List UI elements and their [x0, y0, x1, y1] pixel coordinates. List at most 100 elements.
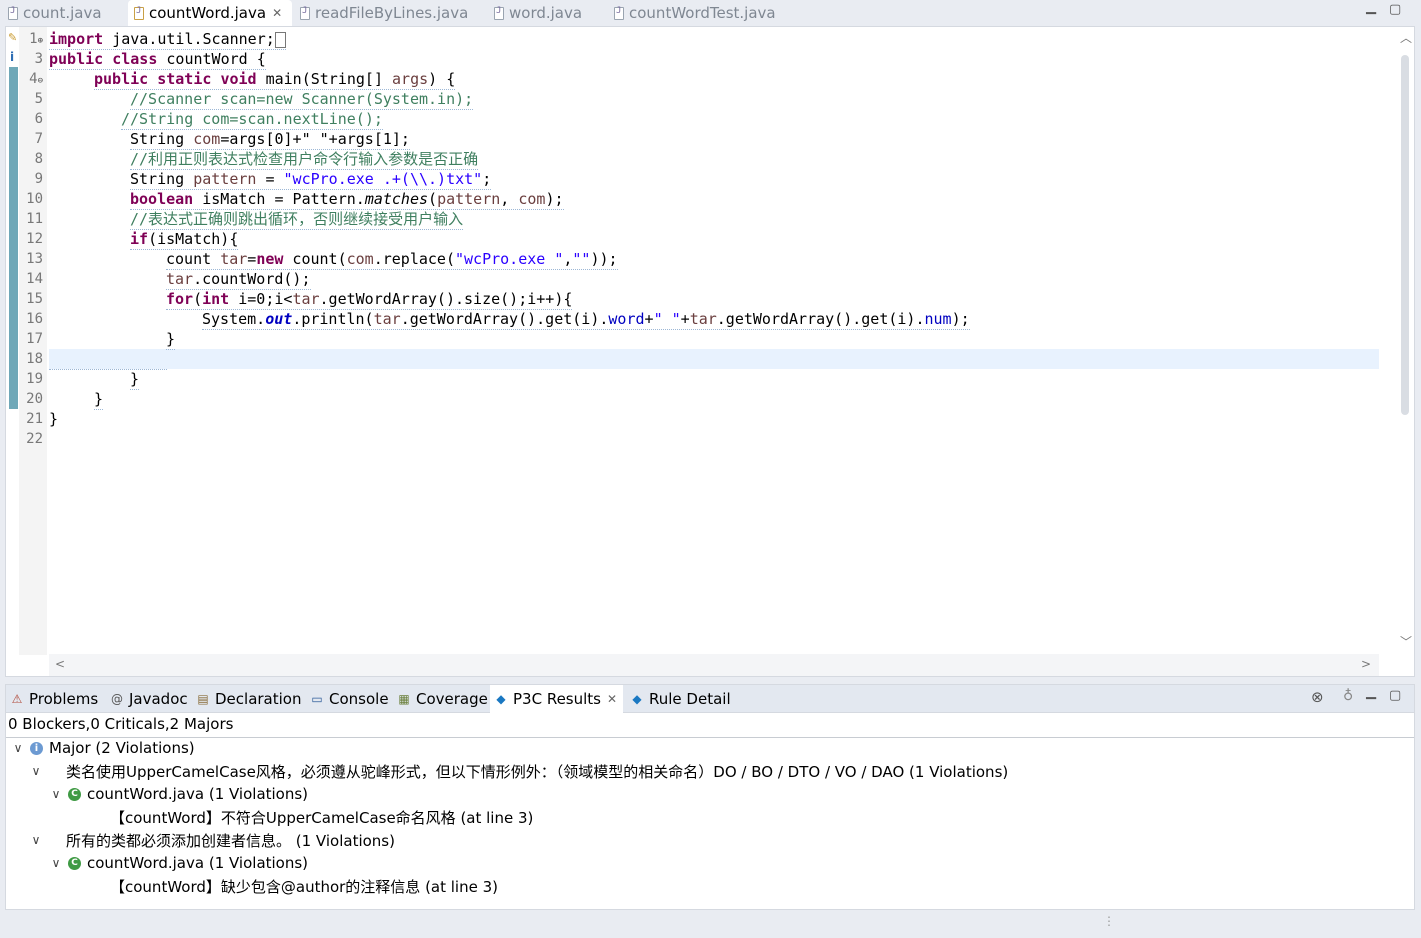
- tab-word-java[interactable]: word.java: [494, 0, 594, 26]
- code-line-18: [49, 349, 167, 370]
- problems-icon: ⚠: [11, 692, 23, 706]
- chevron-down-icon[interactable]: ∨: [48, 787, 64, 801]
- close-icon[interactable]: ✕: [607, 692, 617, 706]
- keyword: import: [49, 30, 104, 48]
- tab-count-java[interactable]: count.java: [8, 0, 118, 26]
- code-text: (isMatch){: [148, 230, 239, 248]
- tab-label: Coverage: [416, 690, 488, 708]
- chevron-down-icon[interactable]: ∨: [48, 856, 64, 870]
- rule-detail-icon: ◆: [632, 692, 642, 706]
- tab-problems[interactable]: ⚠ Problems: [10, 685, 99, 713]
- variable: tar: [220, 250, 248, 268]
- chevron-up-icon[interactable]: ︿: [1400, 29, 1412, 46]
- tab-javadoc[interactable]: @ Javadoc: [110, 685, 188, 713]
- tab-console[interactable]: ▭ Console: [310, 685, 389, 713]
- code-text: .println(: [292, 310, 374, 328]
- chevron-down-icon[interactable]: ∨: [10, 741, 26, 755]
- panel-tab-bar: ⚠ Problems @ Javadoc ▤ Declaration ▭ Console…: [5, 684, 1415, 713]
- line-number-text: 1: [29, 31, 38, 47]
- chevron-down-icon[interactable]: ∨: [28, 833, 44, 847]
- code-line-6: //String com=scan.nextLine();: [121, 110, 383, 130]
- vertical-scrollbar[interactable]: [1400, 713, 1412, 908]
- tab-label: Console: [329, 690, 389, 708]
- minimize-icon[interactable]: ▁: [1366, 0, 1376, 15]
- code-area[interactable]: import java.util.Scanner; public class c…: [49, 27, 1379, 655]
- chevron-down-icon[interactable]: ﹀: [1400, 633, 1412, 650]
- tab-p3c-results[interactable]: ◆ P3C Results ✕: [490, 685, 624, 713]
- line-number: 7: [34, 131, 43, 147]
- code-text: .getWordArray().get(i).: [400, 310, 609, 328]
- fold-icon[interactable]: ⊕: [38, 36, 43, 46]
- code-editor[interactable]: ✎ i 1⊕ 3 4⊖ 5 6 7 8 9 10 11 12 13 14 15 …: [5, 26, 1415, 677]
- code-line-3: public class countWord {: [49, 49, 266, 70]
- line-number: 18: [26, 351, 43, 367]
- change-marker-bar: [9, 67, 18, 409]
- tree-item-label: 类名使用UpperCamelCase风格，必须遵从驼峰形式，但以下情形例外：（领…: [66, 762, 1009, 781]
- line-number: 13: [26, 251, 43, 267]
- line-number: 10: [26, 191, 43, 207]
- tree-item-violation[interactable]: 【countWord】不符合UpperCamelCase命名风格 (at lin…: [110, 806, 533, 828]
- variable: com: [518, 190, 546, 208]
- code-text: );: [545, 190, 564, 208]
- static-field: out: [265, 310, 293, 328]
- tab-countword-java[interactable]: countWord.java ✕: [128, 0, 292, 26]
- minimize-icon[interactable]: ▁: [1366, 685, 1376, 700]
- keyword: class: [112, 50, 158, 68]
- tab-label: P3C Results: [513, 690, 601, 708]
- line-number: 12: [26, 231, 43, 247]
- code-text: count: [166, 250, 221, 268]
- tree-item-major[interactable]: ∨ i Major (2 Violations): [10, 737, 195, 759]
- horizontal-scrollbar[interactable]: < >: [49, 654, 1379, 676]
- line-number: 11: [26, 211, 43, 227]
- tree-item-rule-uppercamelcase[interactable]: ∨ 类名使用UpperCamelCase风格，必须遵从驼峰形式，但以下情形例外：…: [28, 760, 1009, 782]
- violation-summary: 0 Blockers,0 Criticals,2 Majors: [8, 715, 234, 733]
- code-text: i=0;i<: [229, 290, 293, 308]
- code-text: (: [193, 290, 203, 308]
- clear-icon[interactable]: ⊗: [1311, 688, 1324, 706]
- drag-handle-icon[interactable]: ⋮: [1103, 914, 1115, 928]
- tree-item-file[interactable]: ∨ C countWord.java (1 Violations): [48, 852, 308, 874]
- tab-label: readFileByLines.java: [315, 4, 469, 22]
- bulb-icon[interactable]: ♁: [1343, 688, 1353, 704]
- tree-item-rule-author[interactable]: ∨ 所有的类都必须添加创建者信息。 (1 Violations): [28, 829, 395, 851]
- folded-import-box[interactable]: [274, 31, 286, 48]
- string-literal: "wcPro.exe ": [455, 250, 564, 268]
- keyword: int: [202, 290, 230, 308]
- keyword: new: [256, 250, 284, 268]
- scrollbar-thumb[interactable]: [1401, 55, 1409, 415]
- code-line-13: count tar=new count(com.replace("wcPro.e…: [166, 249, 618, 270]
- chevron-down-icon[interactable]: ∨: [28, 764, 44, 778]
- line-number: 21: [26, 411, 43, 427]
- tab-label: Rule Detail: [649, 690, 731, 708]
- field: word: [608, 310, 645, 328]
- code-text: .getWordArray().get(i).: [716, 310, 925, 328]
- java-file-icon: [614, 6, 624, 20]
- line-number: 6: [34, 111, 43, 127]
- tree-item-file[interactable]: ∨ C countWord.java (1 Violations): [48, 783, 308, 805]
- tab-rule-detail[interactable]: ◆ Rule Detail: [630, 685, 731, 713]
- coverage-icon: ▦: [398, 692, 410, 706]
- code-text: String: [130, 170, 194, 188]
- tab-countwordtest-java[interactable]: countWordTest.java: [614, 0, 794, 26]
- line-number: 15: [26, 291, 43, 307]
- fold-icon[interactable]: ⊖: [38, 76, 43, 86]
- class-icon: C: [68, 787, 81, 801]
- current-line-highlight: [49, 349, 1379, 369]
- tab-declaration[interactable]: ▤ Declaration: [196, 685, 301, 713]
- keyword: void: [220, 70, 257, 88]
- code-text: +: [680, 310, 690, 328]
- tab-coverage[interactable]: ▦ Coverage: [397, 685, 488, 713]
- chevron-left-icon[interactable]: <: [55, 657, 65, 671]
- vertical-scrollbar[interactable]: ︿ ﹀: [1398, 27, 1412, 655]
- chevron-right-icon[interactable]: >: [1361, 657, 1371, 671]
- maximize-icon[interactable]: ▢: [1389, 2, 1401, 17]
- tab-readfilebylines-java[interactable]: readFileByLines.java: [300, 0, 480, 26]
- close-icon[interactable]: ✕: [272, 6, 282, 20]
- line-number: 9: [34, 171, 43, 187]
- code-line-10: boolean isMatch = Pattern.matches(patter…: [130, 189, 564, 210]
- java-file-icon: [494, 6, 504, 20]
- tree-item-violation[interactable]: 【countWord】缺少包含@author的注释信息 (at line 3): [110, 875, 498, 897]
- maximize-icon[interactable]: ▢: [1389, 688, 1401, 703]
- code-line-20: }: [94, 390, 104, 410]
- code-line-5: //Scanner scan=new Scanner(System.in);: [130, 90, 474, 110]
